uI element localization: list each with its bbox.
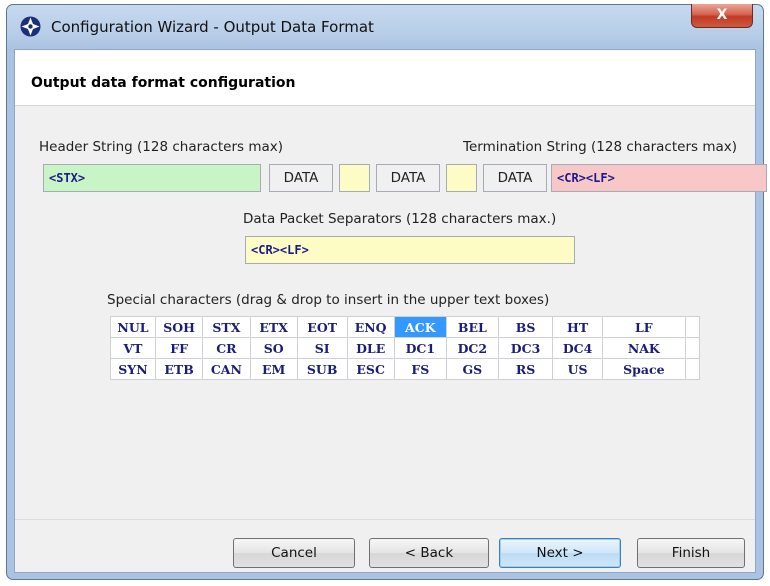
grid-filler-cell [684, 316, 701, 338]
special-char-rs[interactable]: RS [497, 358, 554, 380]
next-button[interactable]: Next > [499, 538, 621, 568]
special-char-dc1[interactable]: DC1 [393, 337, 447, 359]
special-char-dc3[interactable]: DC3 [497, 337, 554, 359]
data-field-2: DATA [376, 164, 440, 192]
special-char-nul[interactable]: NUL [110, 316, 156, 338]
special-char-dc4[interactable]: DC4 [552, 337, 603, 359]
special-char-cr[interactable]: CR [202, 337, 251, 359]
packet-separators-input[interactable]: <CR><LF> [245, 236, 575, 264]
wizard-window: Configuration Wizard - Output Data Forma… [6, 4, 767, 580]
footer-divider [15, 519, 755, 520]
special-characters-grid: NUL SOH STX ETX EOT ENQ ACK BEL BS HT LF VT FF CR SO SI… [110, 316, 701, 380]
special-char-enq[interactable]: ENQ [346, 316, 395, 338]
special-char-si[interactable]: SI [296, 337, 348, 359]
special-char-ff[interactable]: FF [154, 337, 204, 359]
termination-string-input[interactable]: <CR><LF> [551, 164, 767, 192]
special-char-sub[interactable]: SUB [296, 358, 348, 380]
finish-button[interactable]: Finish [637, 538, 745, 568]
special-char-ack[interactable]: ACK [393, 316, 447, 338]
window-title: Configuration Wizard - Output Data Forma… [51, 18, 374, 36]
title-bar[interactable]: Configuration Wizard - Output Data Forma… [7, 4, 763, 49]
data-separator-input-1[interactable] [339, 164, 370, 192]
header-band: Output data format configuration [15, 50, 755, 106]
special-char-soh[interactable]: SOH [154, 316, 204, 338]
grid-filler-cell [684, 358, 701, 380]
special-char-lf[interactable]: LF [601, 316, 686, 338]
special-char-etx[interactable]: ETX [249, 316, 298, 338]
special-char-space[interactable]: Space [601, 358, 686, 380]
cancel-button[interactable]: Cancel [233, 538, 355, 568]
special-char-eot[interactable]: EOT [296, 316, 348, 338]
special-char-row: SYN ETB CAN EM SUB ESC FS GS RS US Space [110, 358, 701, 380]
special-char-ht[interactable]: HT [552, 316, 603, 338]
data-separator-input-2[interactable] [446, 164, 477, 192]
page-title: Output data format configuration [31, 75, 296, 91]
special-char-etb[interactable]: ETB [154, 358, 204, 380]
special-chars-label: Special characters (drag & drop to inser… [107, 292, 550, 308]
header-string-input[interactable]: <STX> [43, 164, 261, 192]
special-char-esc[interactable]: ESC [346, 358, 395, 380]
wizard-body: Output data format configuration Header … [14, 49, 767, 573]
special-char-gs[interactable]: GS [445, 358, 499, 380]
special-char-em[interactable]: EM [249, 358, 298, 380]
special-char-stx[interactable]: STX [202, 316, 251, 338]
data-field-1: DATA [269, 164, 333, 192]
special-char-dc2[interactable]: DC2 [445, 337, 499, 359]
special-char-bel[interactable]: BEL [445, 316, 499, 338]
special-char-us[interactable]: US [552, 358, 603, 380]
special-char-can[interactable]: CAN [202, 358, 251, 380]
special-char-fs[interactable]: FS [393, 358, 447, 380]
special-char-row: VT FF CR SO SI DLE DC1 DC2 DC3 DC4 NAK [110, 337, 701, 359]
termination-string-label: Termination String (128 characters max) [463, 139, 738, 155]
back-button[interactable]: < Back [369, 538, 489, 568]
special-char-vt[interactable]: VT [110, 337, 156, 359]
special-char-row: NUL SOH STX ETX EOT ENQ ACK BEL BS HT LF [110, 316, 701, 338]
special-char-nak[interactable]: NAK [601, 337, 686, 359]
header-string-label: Header String (128 characters max) [39, 139, 284, 155]
data-field-3: DATA [483, 164, 547, 192]
special-char-dle[interactable]: DLE [346, 337, 395, 359]
special-char-so[interactable]: SO [249, 337, 298, 359]
close-button[interactable]: X [691, 4, 753, 28]
grid-filler-cell [684, 337, 701, 359]
special-char-bs[interactable]: BS [497, 316, 554, 338]
packet-separators-label: Data Packet Separators (128 characters m… [243, 211, 557, 227]
special-char-syn[interactable]: SYN [110, 358, 156, 380]
app-logo-icon [20, 16, 41, 37]
